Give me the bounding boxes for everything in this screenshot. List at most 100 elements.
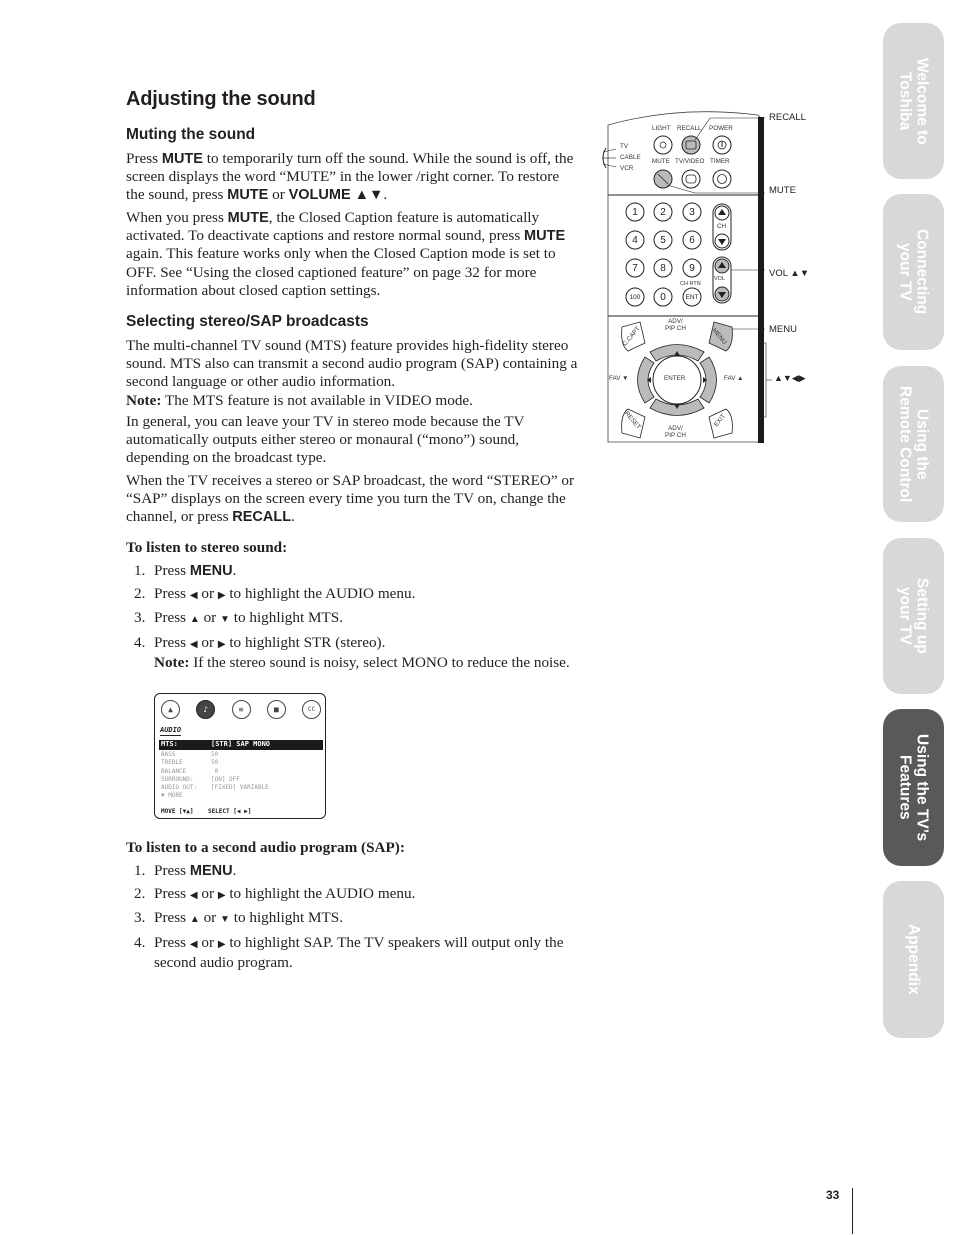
text: or [197, 584, 218, 602]
osd-icon-bar: ▲ ♪ ≡ ■ CC [161, 700, 321, 719]
osd-row-treble: TREBLE 50 [159, 759, 323, 767]
step-number: 2. [134, 584, 146, 602]
callout-vol: VOL ▲▼ [769, 268, 810, 279]
menu-button[interactable] [710, 323, 732, 349]
step-number: 2. [134, 884, 146, 902]
power-button[interactable] [713, 136, 731, 154]
osd-row-label: BASS [161, 751, 176, 758]
text: Press [154, 634, 190, 652]
remote-control-illustration: TV CABLE VCR LIGHT RECALL POWER MUTE TV/… [600, 105, 840, 445]
text: Press [126, 150, 162, 167]
mute-label: MUTE [652, 158, 670, 165]
step-number: 1. [134, 862, 146, 879]
stereo-paragraph-2: In general, you can leave your TV in ste… [126, 413, 525, 467]
osd-row-label: MTS: [161, 740, 178, 748]
recall-button[interactable] [682, 136, 700, 154]
text: to highlight MTS. [229, 909, 344, 927]
osd-row-value: [FIXED] VARIABLE [211, 784, 269, 791]
osd-row-label: TREBLE [161, 759, 183, 766]
osd-row-label: ▼ MORE [161, 792, 183, 799]
channel-up-button[interactable] [713, 204, 731, 224]
tab-label: Using the Remote Control [896, 385, 931, 503]
nav-up-button[interactable] [652, 343, 702, 357]
osd-row-mts: MTS: [STR] SAP MONO [159, 740, 323, 750]
mute-key: MUTE [227, 210, 269, 226]
text: Press [154, 909, 190, 927]
tab-connecting[interactable]: Connecting your TV [883, 194, 944, 350]
tab-features[interactable]: Using the TV’s Features [883, 709, 944, 866]
enter-button[interactable] [654, 357, 700, 403]
nav-right-button[interactable] [702, 361, 718, 399]
ch-rtn-label: CH RTN [680, 281, 701, 287]
volume-up-button[interactable] [713, 257, 731, 277]
osd-menu-title: AUDIO [160, 726, 182, 736]
note-label: Note: [126, 391, 162, 409]
digit-button-5[interactable]: 5 [654, 231, 672, 249]
timer-label: TIMER [710, 158, 730, 165]
tab-welcome[interactable]: Welcome to Toshiba [883, 23, 944, 179]
tv-video-button[interactable] [682, 170, 700, 188]
digit-button-ent[interactable]: ENT [683, 288, 701, 306]
menu-key: MENU [189, 863, 233, 879]
mute-button[interactable] [654, 170, 672, 188]
digit-button-0[interactable]: 0 [654, 288, 672, 306]
stereo-heading: Selecting stereo/SAP broadcasts [126, 313, 369, 330]
digit-button-8[interactable]: 8 [654, 259, 672, 277]
tab-setting-up[interactable]: Setting up your TV [883, 538, 944, 694]
timer-button[interactable] [713, 170, 731, 188]
osd-row-balance: BALANCE 0 [159, 768, 323, 776]
digit-button-2[interactable]: 2 [654, 203, 672, 221]
text: to highlight the AUDIO menu. [225, 884, 416, 902]
step: 2. Press ◀ or ▶ to highlight the AUDIO me… [134, 585, 574, 605]
step: 4. Press ◀ or ▶ to highlight STR (stereo)… [134, 634, 574, 672]
source-vcr-label: VCR [620, 165, 634, 172]
digit-button-4[interactable]: 4 [626, 231, 644, 249]
tab-label: Setting up your TV [896, 578, 931, 654]
nav-left-button[interactable] [636, 361, 652, 399]
osd-row-label: AUDIO OUT: [161, 784, 198, 791]
c-capt-button[interactable] [622, 323, 644, 349]
adv-pip-ch-up-label: ADV/ PIP CH [665, 318, 686, 332]
light-button[interactable] [654, 136, 672, 154]
mute-key: MUTE [161, 151, 203, 167]
volume-down-button[interactable] [713, 284, 731, 304]
tab-remote-control[interactable]: Using the Remote Control [883, 366, 944, 522]
text: Press [154, 584, 190, 602]
tab-appendix[interactable]: Appendix [883, 881, 944, 1038]
osd-row-more: ▼ MORE [159, 792, 323, 800]
channel-down-button[interactable] [713, 231, 731, 251]
audio-menu-screen: ▲ ♪ ≡ ■ CC AUDIO MTS: [STR] SAP MONO BASS… [154, 693, 326, 819]
page-number: 33 [826, 1188, 840, 1202]
note-text: The MTS feature is not available in VIDE… [161, 391, 473, 409]
recall-label: RECALL [677, 125, 702, 132]
text: . [291, 508, 295, 526]
digit-button-3[interactable]: 3 [683, 203, 701, 221]
digit-button-1[interactable]: 1 [626, 203, 644, 221]
digit-button-100[interactable]: 100 [626, 288, 644, 306]
text: The multi-channel TV sound (MTS) feature… [126, 337, 578, 391]
digit-button-6[interactable]: 6 [683, 231, 701, 249]
step: 3. Press ▲ or ▼ to highlight MTS. [134, 609, 574, 629]
audio-icon: ♪ [196, 700, 216, 719]
text: or [199, 609, 221, 627]
exit-button[interactable] [710, 411, 732, 437]
osd-footer: MOVE [▼▲] SELECT [◀ ▶] [161, 808, 252, 815]
text: to highlight STR (stereo). [225, 634, 386, 652]
digit-button-7[interactable]: 7 [626, 259, 644, 277]
tab-label: Using the TV’s Features [896, 733, 931, 842]
source-cable-label: CABLE [620, 154, 641, 161]
left-arrow-icon: ◀ [189, 889, 198, 901]
digit-button-9[interactable]: 9 [683, 259, 701, 277]
nav-down-button[interactable] [652, 403, 702, 417]
reset-button[interactable] [622, 411, 644, 437]
callout-recall: RECALL [769, 112, 806, 123]
osd-row-bass: BASS 50 [159, 751, 323, 759]
right-arrow-icon: ▶ [217, 939, 226, 951]
page-number-rule [852, 1188, 853, 1234]
osd-row-audio-out: AUDIO OUT: [FIXED] VARIABLE [159, 784, 323, 792]
stereo-paragraph-3: When the TV receives a stereo or SAP bro… [126, 472, 581, 527]
theater-icon: ■ [266, 700, 286, 719]
muting-heading: Muting the sound [126, 126, 256, 143]
up-arrow-icon: ▲ [189, 914, 200, 926]
step: 2. Press ◀ or ▶ to highlight the AUDIO me… [134, 885, 574, 905]
